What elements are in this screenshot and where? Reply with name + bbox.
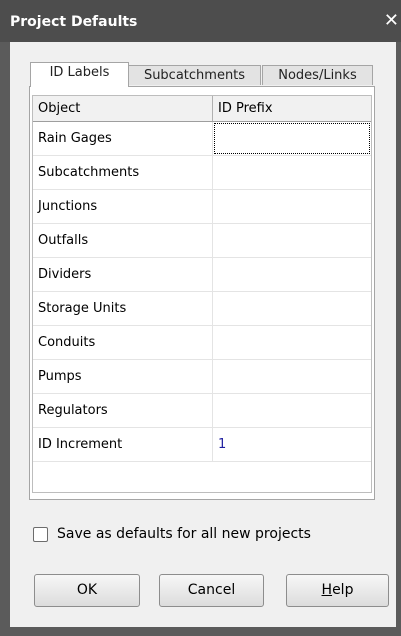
- tab-panel-id-labels: Object ID Prefix Rain Gages Subcatchment…: [29, 86, 375, 500]
- id-prefix-cell[interactable]: [213, 190, 371, 223]
- object-cell: Junctions: [33, 190, 213, 223]
- id-increment-cell[interactable]: 1: [213, 428, 371, 461]
- object-cell: Rain Gages: [33, 122, 213, 155]
- close-icon[interactable]: ✕: [384, 10, 399, 31]
- help-label-rest: elp: [332, 582, 354, 598]
- object-cell: Subcatchments: [33, 156, 213, 189]
- id-prefix-cell[interactable]: [213, 326, 371, 359]
- ok-button[interactable]: OK: [34, 574, 140, 607]
- id-prefix-cell[interactable]: [213, 258, 371, 291]
- object-cell: Storage Units: [33, 292, 213, 325]
- table-row: Storage Units: [33, 292, 371, 326]
- save-defaults-checkbox[interactable]: [33, 527, 48, 542]
- dialog-title: Project Defaults: [10, 14, 138, 30]
- object-cell: ID Increment: [33, 428, 213, 461]
- id-prefix-cell[interactable]: [213, 394, 371, 427]
- column-header-object[interactable]: Object: [33, 96, 213, 121]
- save-defaults-label[interactable]: Save as defaults for all new projects: [57, 526, 311, 542]
- grid-header: Object ID Prefix: [33, 96, 371, 122]
- tab-nodes-links[interactable]: Nodes/Links: [262, 65, 373, 85]
- table-row: Regulators: [33, 394, 371, 428]
- project-defaults-dialog: Project Defaults ✕ ID Labels Subcatchmen…: [0, 0, 401, 636]
- help-button[interactable]: Help: [286, 574, 389, 607]
- table-row: Conduits: [33, 326, 371, 360]
- column-header-id-prefix[interactable]: ID Prefix: [213, 96, 371, 121]
- id-prefix-grid: Object ID Prefix Rain Gages Subcatchment…: [32, 95, 372, 493]
- tab-subcatchments[interactable]: Subcatchments: [128, 65, 261, 85]
- object-cell: Dividers: [33, 258, 213, 291]
- tab-id-labels[interactable]: ID Labels: [30, 62, 129, 87]
- id-prefix-cell[interactable]: [213, 156, 371, 189]
- object-cell: Outfalls: [33, 224, 213, 257]
- dialog-body: ID Labels Subcatchments Nodes/Links Obje…: [10, 42, 396, 627]
- table-row: Junctions: [33, 190, 371, 224]
- id-prefix-cell[interactable]: [213, 292, 371, 325]
- help-mnemonic: H: [321, 582, 333, 598]
- id-prefix-cell[interactable]: [213, 122, 371, 155]
- table-row: Dividers: [33, 258, 371, 292]
- object-cell: Regulators: [33, 394, 213, 427]
- id-prefix-cell[interactable]: [213, 224, 371, 257]
- id-prefix-cell[interactable]: [213, 360, 371, 393]
- object-cell: Conduits: [33, 326, 213, 359]
- table-row: Pumps: [33, 360, 371, 394]
- table-row: Rain Gages: [33, 122, 371, 156]
- table-row: Outfalls: [33, 224, 371, 258]
- title-bar[interactable]: Project Defaults ✕: [0, 0, 401, 42]
- cancel-button[interactable]: Cancel: [159, 574, 264, 607]
- table-row: ID Increment 1: [33, 428, 371, 462]
- table-row: Subcatchments: [33, 156, 371, 190]
- object-cell: Pumps: [33, 360, 213, 393]
